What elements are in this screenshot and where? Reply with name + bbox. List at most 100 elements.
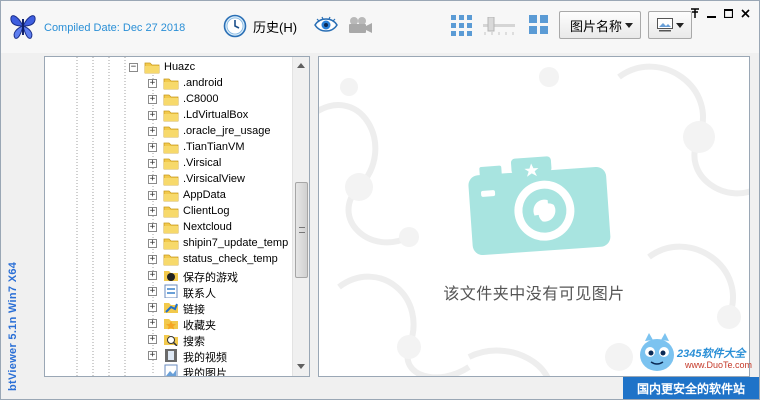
expand-icon[interactable]: + bbox=[148, 79, 157, 88]
folder-icon bbox=[163, 140, 179, 154]
grid-small-icon[interactable] bbox=[529, 15, 548, 34]
thumbnail-view-icon bbox=[657, 18, 673, 32]
folder-icon bbox=[163, 156, 179, 170]
tree-item-label: .Virsical bbox=[183, 157, 222, 169]
tree-root-item[interactable]: − Huazc bbox=[45, 59, 293, 75]
eye-icon[interactable] bbox=[314, 16, 338, 34]
tree-item[interactable]: + Nextcloud bbox=[45, 219, 293, 235]
tree-item[interactable]: + 联系人 bbox=[45, 283, 293, 300]
expand-icon[interactable]: + bbox=[148, 303, 157, 312]
expand-icon[interactable]: + bbox=[148, 159, 157, 168]
folder-icon bbox=[163, 252, 179, 266]
tree-item[interactable]: + 收藏夹 bbox=[45, 315, 293, 332]
pictures-icon bbox=[163, 364, 179, 376]
tree-item-label: .C8000 bbox=[183, 93, 219, 105]
expand-icon[interactable]: + bbox=[148, 111, 157, 120]
tree-item[interactable]: + .Virsical bbox=[45, 155, 293, 171]
tree-item-label: .LdVirtualBox bbox=[183, 109, 249, 121]
folder-tree: − Huazc + .android + .C8000 + .LdVirtualBox + .or… bbox=[44, 56, 310, 377]
close-button[interactable] bbox=[740, 7, 751, 19]
tree-item[interactable]: + 保存的游戏 bbox=[45, 267, 293, 284]
watermark-brand: 2345软件大全 bbox=[677, 348, 746, 360]
folder-icon bbox=[163, 124, 179, 138]
tree-item-label: .android bbox=[183, 77, 223, 89]
view-mode-dropdown[interactable] bbox=[648, 11, 692, 39]
empty-folder-message: 该文件夹中没有可见图片 bbox=[443, 286, 625, 303]
app-window: Compiled Date: Dec 27 2018 历史(H) 图片名称 bt… bbox=[0, 0, 760, 400]
expand-icon[interactable]: + bbox=[148, 127, 157, 136]
watermark-mascot-icon bbox=[640, 333, 674, 371]
tree-item[interactable]: + .VirsicalView bbox=[45, 171, 293, 187]
expand-icon[interactable]: + bbox=[148, 351, 157, 360]
folder-icon bbox=[163, 236, 179, 250]
tree-item[interactable]: 我的图片 bbox=[45, 363, 293, 376]
expand-icon[interactable]: + bbox=[148, 319, 157, 328]
collapse-icon[interactable]: − bbox=[129, 63, 138, 72]
scrollbar-thumb[interactable] bbox=[295, 182, 308, 278]
folder-icon bbox=[163, 76, 179, 90]
slider-icon[interactable] bbox=[483, 17, 515, 35]
folder-icon bbox=[163, 172, 179, 186]
app-title-vertical: btViewer 5.1n Win7 X64 bbox=[7, 261, 19, 391]
expand-icon[interactable]: + bbox=[148, 287, 157, 296]
history-button[interactable]: 历史(H) bbox=[223, 13, 297, 39]
tree-scrollbar[interactable] bbox=[292, 57, 309, 376]
tree-item[interactable]: + .C8000 bbox=[45, 91, 293, 107]
tree-item[interactable]: + 搜索 bbox=[45, 331, 293, 348]
tree-item[interactable]: + status_check_temp bbox=[45, 251, 293, 267]
tree-item[interactable]: + .LdVirtualBox bbox=[45, 107, 293, 123]
chevron-down-icon bbox=[625, 23, 633, 28]
grid-large-icon[interactable] bbox=[451, 15, 472, 36]
expand-icon[interactable]: + bbox=[148, 191, 157, 200]
compiled-date: Compiled Date: Dec 27 2018 bbox=[44, 22, 186, 34]
folder-icon bbox=[163, 108, 179, 122]
camera-placeholder-icon bbox=[468, 156, 611, 255]
tree-item[interactable]: + 我的视频 bbox=[45, 347, 293, 364]
tree-item[interactable]: + 链接 bbox=[45, 299, 293, 316]
expand-icon[interactable]: + bbox=[148, 175, 157, 184]
folder-icon bbox=[163, 188, 179, 202]
tree-item-label: .VirsicalView bbox=[183, 173, 245, 185]
search-icon bbox=[163, 332, 179, 347]
tree-item[interactable]: + ClientLog bbox=[45, 203, 293, 219]
tree-item[interactable]: + AppData bbox=[45, 187, 293, 203]
history-clock-icon bbox=[223, 14, 247, 38]
expand-icon[interactable]: + bbox=[148, 223, 157, 232]
camera-video-icon[interactable] bbox=[347, 16, 373, 34]
expand-icon[interactable]: + bbox=[148, 207, 157, 216]
sort-dropdown-label: 图片名称 bbox=[570, 18, 623, 34]
preview-panel: 该文件夹中没有可见图片 bbox=[318, 56, 750, 377]
favorites-icon bbox=[163, 316, 179, 330]
expand-icon[interactable]: + bbox=[148, 255, 157, 264]
expand-icon[interactable]: + bbox=[148, 95, 157, 104]
folder-icon bbox=[163, 204, 179, 218]
expand-icon[interactable]: + bbox=[148, 143, 157, 152]
pin-icon[interactable] bbox=[689, 7, 700, 19]
tree-item-label: Nextcloud bbox=[183, 221, 232, 233]
scroll-down-icon[interactable] bbox=[297, 364, 305, 369]
chevron-down-icon bbox=[676, 23, 684, 28]
tree-item-label: AppData bbox=[183, 189, 226, 201]
scroll-up-icon[interactable] bbox=[297, 63, 305, 68]
expand-icon[interactable]: + bbox=[148, 335, 157, 344]
contacts-icon bbox=[163, 284, 179, 299]
logo-butterfly-icon bbox=[10, 15, 36, 39]
folder-icon bbox=[163, 92, 179, 106]
tree-item-label: Huazc bbox=[164, 61, 196, 73]
history-label: 历史(H) bbox=[253, 19, 298, 35]
expand-icon[interactable]: + bbox=[148, 271, 157, 280]
maximize-button[interactable] bbox=[723, 7, 734, 19]
tree-item[interactable]: + .oracle_jre_usage bbox=[45, 123, 293, 139]
watermark-url: www.DuoTe.com bbox=[685, 360, 753, 370]
tree-item[interactable]: + .TianTianVM bbox=[45, 139, 293, 155]
watermark-bar: 国内更安全的软件站 bbox=[623, 377, 759, 399]
videos-icon bbox=[163, 348, 179, 362]
expand-icon[interactable]: + bbox=[148, 239, 157, 248]
tree-item-label: .TianTianVM bbox=[183, 141, 245, 153]
folder-open-icon bbox=[144, 60, 160, 74]
minimize-button[interactable] bbox=[706, 7, 717, 19]
tree-item-label: .oracle_jre_usage bbox=[183, 125, 271, 137]
tree-item[interactable]: + .android bbox=[45, 75, 293, 91]
tree-item[interactable]: + shipin7_update_temp bbox=[45, 235, 293, 251]
sort-dropdown[interactable]: 图片名称 bbox=[559, 11, 641, 39]
